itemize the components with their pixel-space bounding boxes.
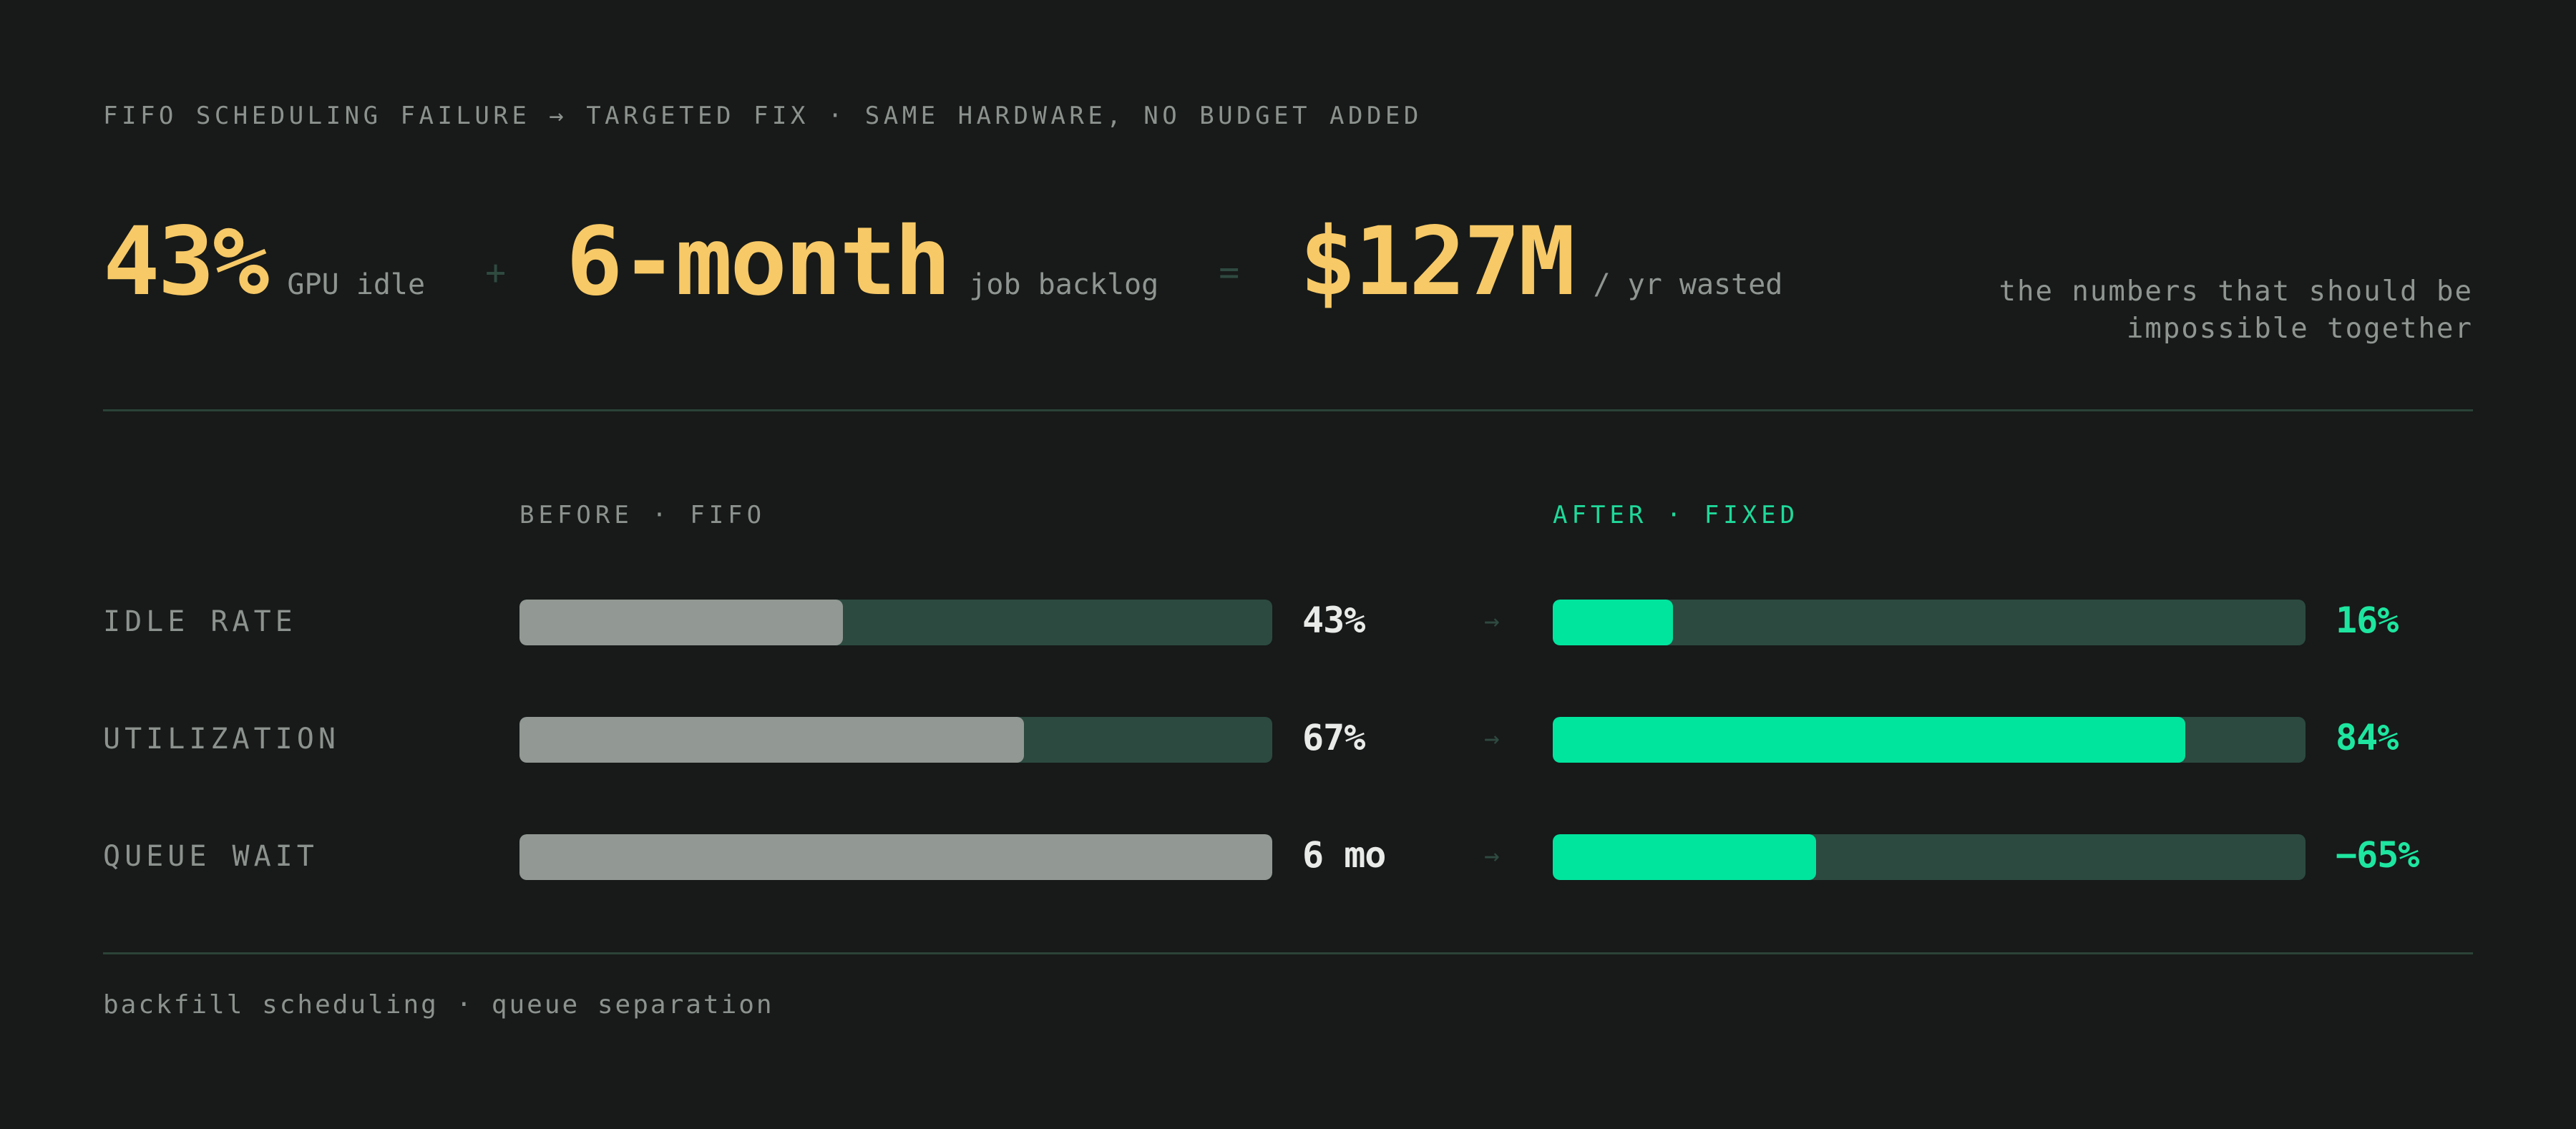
bottom-divider <box>103 952 2473 954</box>
backlog-stat: 6-month <box>565 207 951 317</box>
idle-rate-after-track <box>1553 600 2306 645</box>
utilization-after-value: 84% <box>2336 717 2399 758</box>
utilization-before-value: 67% <box>1302 717 1365 758</box>
row-label-queue-wait: QUEUE WAIT <box>103 840 318 873</box>
utilization-after-fill <box>1553 717 2185 763</box>
utilization-after-track <box>1553 717 2306 763</box>
gpu-idle-unit: GPU idle <box>287 268 426 301</box>
queue-wait-before-fill <box>519 834 1272 880</box>
queue-wait-before-value: 6 mo <box>1302 834 1386 876</box>
gpu-idle-stat: 43% <box>103 207 269 317</box>
equals-operator: = <box>1219 253 1240 293</box>
arrow-icon: → <box>1484 724 1500 753</box>
arrow-icon: → <box>1484 841 1500 871</box>
waste-stat: $127M <box>1299 207 1575 317</box>
after-column-heading: AFTER · FIXED <box>1553 501 1800 529</box>
queue-wait-after-value: −65% <box>2336 834 2419 876</box>
waste-unit: / yr wasted <box>1593 268 1783 301</box>
before-column-heading: BEFORE · FIFO <box>519 501 766 529</box>
idle-rate-after-fill <box>1553 600 1674 645</box>
footer-note: backfill scheduling · queue separation <box>103 990 774 1020</box>
top-divider <box>103 409 2473 411</box>
idle-rate-before-track <box>519 600 1272 645</box>
headline-note: the numbers that should be impossible to… <box>1999 275 2473 345</box>
idle-rate-before-value: 43% <box>1302 600 1365 641</box>
backlog-unit: job backlog <box>969 268 1159 301</box>
idle-rate-before-fill <box>519 600 844 645</box>
queue-wait-after-fill <box>1553 834 1817 880</box>
plus-operator: + <box>485 253 506 293</box>
arrow-icon: → <box>1484 607 1500 636</box>
row-label-idle-rate: IDLE RATE <box>103 605 297 638</box>
queue-wait-before-track <box>519 834 1272 880</box>
idle-rate-after-value: 16% <box>2336 600 2399 641</box>
utilization-before-fill <box>519 717 1024 763</box>
utilization-before-track <box>519 717 1272 763</box>
queue-wait-after-track <box>1553 834 2306 880</box>
headline-equation: 43% GPU idle + 6-month job backlog = $12… <box>103 207 1782 322</box>
row-label-utilization: UTILIZATION <box>103 723 340 756</box>
page-kicker: FIFO SCHEDULING FAILURE → TARGETED FIX ·… <box>103 102 1423 130</box>
